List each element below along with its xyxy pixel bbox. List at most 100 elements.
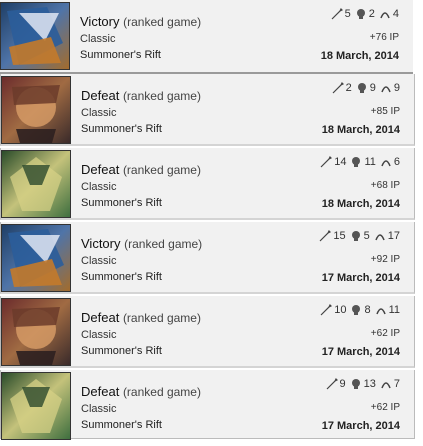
assist-icon: [381, 86, 391, 93]
kda-stats: 2 9 9: [332, 82, 400, 94]
outcome-text: Defeat: [81, 310, 120, 325]
outcome-text: Victory: [80, 14, 120, 29]
match-row[interactable]: Defeat (ranked game) Classic Summoner's …: [0, 74, 415, 146]
kills-stat: 14: [320, 156, 346, 168]
match-date: 17 March, 2014: [321, 420, 400, 432]
queue-type: (ranked game): [124, 237, 203, 251]
deaths-value: 8: [364, 304, 371, 316]
kills-value: 5: [344, 8, 351, 20]
queue-type: (ranked game): [122, 311, 201, 325]
game-mode: Classic: [81, 181, 117, 193]
champion-portrait: [1, 372, 71, 440]
sword-icon: [319, 230, 332, 242]
assist-icon: [381, 160, 391, 167]
kda-stats: 14 11 6: [320, 156, 400, 168]
deaths-value: 2: [368, 8, 375, 20]
map-name: Summoner's Rift: [81, 419, 162, 431]
sword-icon: [326, 378, 338, 390]
deaths-stat: 11: [350, 156, 376, 168]
outcome-text: Defeat: [81, 88, 120, 103]
match-date: 18 March, 2014: [320, 50, 399, 62]
assists-value: 7: [393, 378, 400, 390]
ip-earned: +68 IP: [370, 180, 400, 191]
map-name: Summoner's Rift: [81, 345, 162, 357]
champion-portrait: [1, 150, 71, 218]
sword-icon: [320, 156, 333, 168]
assists-value: 11: [388, 304, 400, 316]
kda-stats: 9 13 7: [326, 378, 400, 390]
match-row[interactable]: Defeat (ranked game) Classic Summoner's …: [0, 148, 415, 220]
kda-stats: 5 2 4: [331, 8, 399, 20]
sword-icon: [331, 8, 343, 20]
champion-portrait: [1, 76, 71, 144]
skull-icon: [356, 9, 365, 19]
assists-value: 9: [393, 82, 400, 94]
deaths-stat: 5: [350, 230, 370, 242]
map-name: Summoner's Rift: [81, 271, 162, 283]
match-row[interactable]: Defeat (ranked game) Classic Summoner's …: [0, 296, 415, 368]
match-outcome: Victory (ranked game): [80, 14, 201, 29]
kills-stat: 5: [331, 8, 351, 20]
assists-value: 4: [392, 8, 399, 20]
match-history-list: Victory (ranked game) Classic Summoner's…: [0, 0, 423, 446]
kills-value: 10: [334, 304, 347, 316]
assists-stat: 7: [380, 378, 400, 390]
match-row[interactable]: Defeat (ranked game) Classic Summoner's …: [0, 370, 415, 440]
deaths-stat: 9: [356, 82, 376, 94]
queue-type: (ranked game): [123, 15, 202, 29]
kills-value: 2: [345, 82, 352, 94]
deaths-value: 13: [363, 378, 376, 390]
outcome-text: Defeat: [81, 384, 120, 399]
ip-earned: +76 IP: [369, 32, 399, 43]
deaths-value: 5: [363, 230, 370, 242]
sword-icon: [332, 82, 344, 94]
game-mode: Classic: [81, 403, 117, 415]
map-name: Summoner's Rift: [81, 197, 162, 209]
ip-earned: +85 IP: [370, 106, 400, 117]
outcome-text: Victory: [81, 236, 121, 251]
assist-icon: [375, 234, 385, 241]
map-name: Summoner's Rift: [80, 49, 161, 61]
match-date: 17 March, 2014: [321, 272, 400, 284]
queue-type: (ranked game): [122, 385, 201, 399]
match-date: 17 March, 2014: [321, 346, 400, 358]
skull-icon: [352, 157, 361, 167]
deaths-stat: 13: [350, 378, 376, 390]
game-mode: Classic: [80, 33, 116, 45]
map-name: Summoner's Rift: [81, 123, 162, 135]
queue-type: (ranked game): [122, 89, 201, 103]
assists-value: 17: [387, 230, 400, 242]
kills-value: 9: [339, 378, 346, 390]
match-row[interactable]: Victory (ranked game) Classic Summoner's…: [0, 222, 415, 294]
game-mode: Classic: [81, 329, 117, 341]
match-date: 18 March, 2014: [321, 198, 400, 210]
skull-icon: [351, 379, 360, 389]
match-outcome: Defeat (ranked game): [81, 384, 201, 399]
match-row[interactable]: Victory (ranked game) Classic Summoner's…: [0, 0, 413, 75]
kda-stats: 15 5 17: [319, 230, 400, 242]
champion-portrait: [1, 224, 71, 292]
game-mode: Classic: [81, 107, 117, 119]
kda-stats: 10 8 11: [320, 304, 400, 316]
assist-icon: [380, 12, 390, 19]
match-outcome: Defeat (ranked game): [81, 162, 201, 177]
kills-stat: 10: [320, 304, 346, 316]
match-outcome: Defeat (ranked game): [81, 310, 201, 325]
assists-stat: 4: [379, 8, 399, 20]
queue-type: (ranked game): [122, 163, 201, 177]
skull-icon: [351, 231, 360, 241]
ip-earned: +62 IP: [370, 402, 400, 413]
champion-portrait: [1, 298, 71, 366]
game-mode: Classic: [81, 255, 117, 267]
ip-earned: +92 IP: [370, 254, 400, 265]
match-outcome: Defeat (ranked game): [81, 88, 201, 103]
assists-stat: 17: [374, 230, 400, 242]
kills-stat: 9: [326, 378, 346, 390]
kills-value: 15: [333, 230, 346, 242]
ip-earned: +62 IP: [370, 328, 400, 339]
deaths-value: 11: [364, 156, 376, 168]
deaths-value: 9: [369, 82, 376, 94]
outcome-text: Defeat: [81, 162, 120, 177]
match-date: 18 March, 2014: [321, 124, 400, 136]
deaths-stat: 8: [350, 304, 371, 316]
